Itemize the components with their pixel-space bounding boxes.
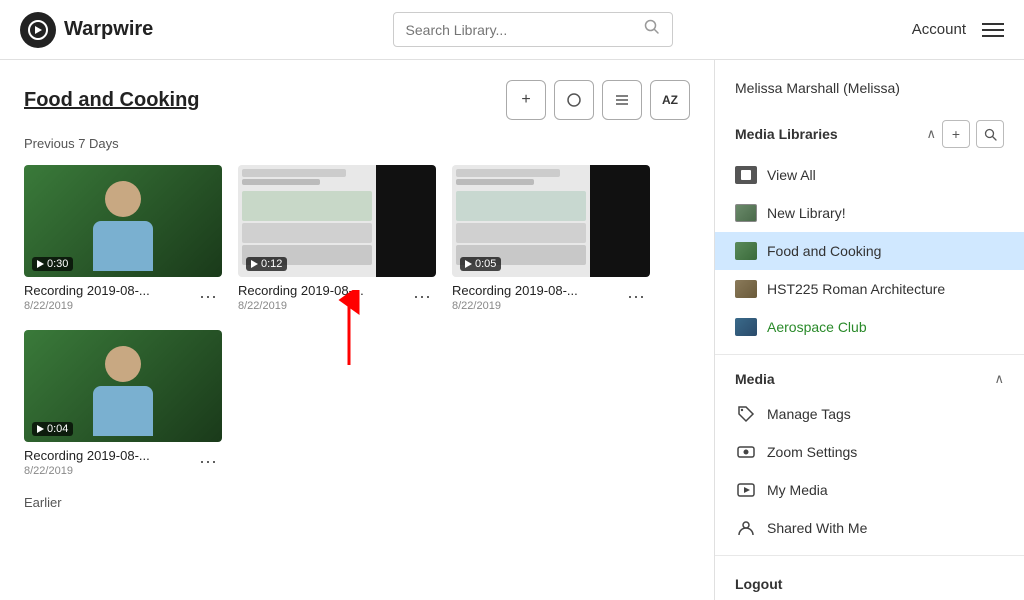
sidebar-media-title: Media — [735, 371, 775, 387]
sidebar-user: Melissa Marshall (Melissa) — [715, 76, 1024, 112]
video-info: Recording 2019-08-... 8/22/2019 ⋯ — [24, 442, 222, 479]
video-thumbnail: 0:04 — [24, 330, 222, 442]
play-icon — [37, 260, 44, 268]
video-date: 8/22/2019 — [238, 300, 408, 312]
aerospace-icon — [735, 316, 757, 338]
logo-icon — [20, 12, 56, 48]
video-duration: 0:12 — [246, 257, 287, 271]
hamburger-menu[interactable] — [982, 23, 1004, 37]
roman-icon — [735, 278, 757, 300]
page-title-row: Food and Cooking + AZ — [24, 80, 690, 120]
video-thumbnail: 0:05 — [452, 165, 650, 277]
video-more-button[interactable]: ⋯ — [194, 448, 222, 476]
logout-button[interactable]: Logout — [715, 564, 1024, 600]
video-more-button[interactable]: ⋯ — [622, 283, 650, 311]
header-right: Account — [912, 21, 1004, 38]
sidebar-item-label: View All — [767, 167, 816, 183]
sidebar-media-libraries-header: Media Libraries ∧ + — [715, 112, 1024, 156]
circle-button[interactable] — [554, 80, 594, 120]
logo-text: Warpwire — [64, 18, 153, 41]
recent-section-label: Previous 7 Days — [24, 136, 690, 151]
video-grid-row2: 0:04 Recording 2019-08-... 8/22/2019 ⋯ — [24, 330, 690, 479]
video-card: 0:12 Recording 2019-08-... 8/22/2019 ⋯ — [238, 165, 436, 314]
sidebar-item-label: My Media — [767, 482, 828, 498]
food-cooking-icon — [735, 240, 757, 262]
main-content: Food and Cooking + AZ Previous 7 Days — [0, 60, 714, 600]
video-name: Recording 2019-08-... — [24, 283, 194, 298]
video-name: Recording 2019-08-... — [452, 283, 622, 298]
play-icon — [251, 260, 258, 268]
zoom-icon — [735, 441, 757, 463]
video-thumbnail: 0:12 — [238, 165, 436, 277]
sidebar-item-label: Food and Cooking — [767, 243, 881, 259]
sidebar-item-new-library[interactable]: New Library! — [715, 194, 1024, 232]
sidebar-item-label: New Library! — [767, 205, 846, 221]
my-media-icon — [735, 479, 757, 501]
add-button[interactable]: + — [506, 80, 546, 120]
sidebar-item-label: Shared With Me — [767, 520, 867, 536]
new-library-icon — [735, 202, 757, 224]
sidebar-item-label: Zoom Settings — [767, 444, 857, 460]
sidebar-item-shared-with-me[interactable]: Shared With Me — [715, 509, 1024, 547]
video-info: Recording 2019-08-... 8/22/2019 ⋯ — [238, 277, 436, 314]
person-figure — [83, 171, 163, 271]
sidebar-item-food-cooking[interactable]: Food and Cooking — [715, 232, 1024, 270]
video-date: 8/22/2019 — [24, 465, 194, 477]
sidebar-item-manage-tags[interactable]: Manage Tags — [715, 395, 1024, 433]
sidebar-item-zoom-settings[interactable]: Zoom Settings — [715, 433, 1024, 471]
sidebar: Melissa Marshall (Melissa) Media Librari… — [714, 60, 1024, 600]
sidebar-item-roman[interactable]: HST225 Roman Architecture — [715, 270, 1024, 308]
video-card: 0:30 Recording 2019-08-... 8/22/2019 ⋯ — [24, 165, 222, 314]
video-name: Recording 2019-08-... — [238, 283, 408, 298]
add-library-button[interactable]: + — [942, 120, 970, 148]
list-view-button[interactable] — [602, 80, 642, 120]
sidebar-item-my-media[interactable]: My Media — [715, 471, 1024, 509]
video-more-button[interactable]: ⋯ — [194, 283, 222, 311]
person-icon — [735, 517, 757, 539]
search-input[interactable] — [406, 22, 636, 38]
video-thumbnail: 0:30 — [24, 165, 222, 277]
search-library-button[interactable] — [976, 120, 1004, 148]
sidebar-item-label: HST225 Roman Architecture — [767, 281, 945, 297]
video-date: 8/22/2019 — [24, 300, 194, 312]
video-duration: 0:04 — [32, 422, 73, 436]
toolbar: + AZ — [506, 80, 690, 120]
collapse-libraries-icon[interactable]: ∧ — [926, 126, 936, 142]
person-figure — [83, 336, 163, 436]
sidebar-media-libraries-title: Media Libraries — [735, 126, 838, 142]
sidebar-item-aerospace[interactable]: Aerospace Club — [715, 308, 1024, 346]
tag-icon — [735, 403, 757, 425]
video-duration: 0:05 — [460, 257, 501, 271]
video-name: Recording 2019-08-... — [24, 448, 194, 463]
video-info: Recording 2019-08-... 8/22/2019 ⋯ — [24, 277, 222, 314]
search-icon — [644, 19, 660, 40]
viewall-icon — [735, 164, 757, 186]
app-header: Warpwire Account — [0, 0, 1024, 60]
layout: Food and Cooking + AZ Previous 7 Days — [0, 60, 1024, 600]
video-grid-row1: 0:30 Recording 2019-08-... 8/22/2019 ⋯ — [24, 165, 690, 314]
video-card: 0:05 Recording 2019-08-... 8/22/2019 ⋯ — [452, 165, 650, 314]
play-icon — [465, 260, 472, 268]
sidebar-item-label: Aerospace Club — [767, 319, 867, 335]
search-bar[interactable] — [393, 12, 673, 47]
video-date: 8/22/2019 — [452, 300, 622, 312]
video-duration: 0:30 — [32, 257, 73, 271]
sort-az-button[interactable]: AZ — [650, 80, 690, 120]
earlier-section-label: Earlier — [24, 495, 690, 510]
video-info: Recording 2019-08-... 8/22/2019 ⋯ — [452, 277, 650, 314]
sidebar-item-label: Manage Tags — [767, 406, 851, 422]
account-button[interactable]: Account — [912, 21, 966, 38]
logo-area[interactable]: Warpwire — [20, 12, 153, 48]
sidebar-media-header: Media ∧ — [715, 363, 1024, 395]
sidebar-item-viewall[interactable]: View All — [715, 156, 1024, 194]
play-icon — [37, 425, 44, 433]
page-title: Food and Cooking — [24, 89, 200, 112]
sidebar-divider — [715, 354, 1024, 355]
collapse-media-icon[interactable]: ∧ — [994, 371, 1004, 387]
video-more-button[interactable]: ⋯ — [408, 283, 436, 311]
sidebar-divider-2 — [715, 555, 1024, 556]
video-card: 0:04 Recording 2019-08-... 8/22/2019 ⋯ — [24, 330, 222, 479]
